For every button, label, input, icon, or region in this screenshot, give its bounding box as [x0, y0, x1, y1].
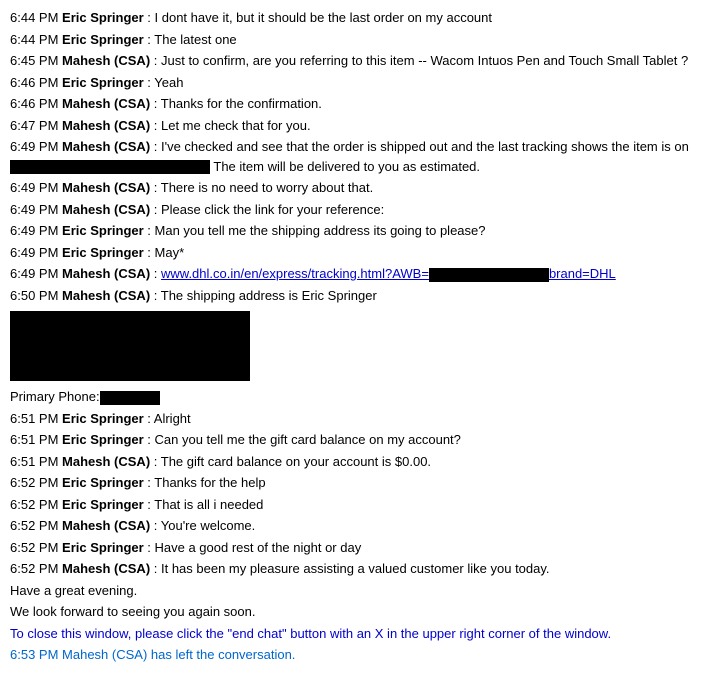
speaker: Eric Springer — [62, 432, 144, 447]
speaker: Mahesh (CSA) — [62, 180, 150, 195]
timestamp: 6:49 PM — [10, 180, 62, 195]
message: : Thanks for the confirmation. — [150, 96, 322, 111]
message: : Please click the link for your referen… — [150, 202, 384, 217]
speaker: Mahesh (CSA) — [62, 202, 150, 217]
timestamp: 6:52 PM — [10, 518, 62, 533]
speaker: Eric Springer — [62, 10, 144, 25]
message: : I dont have it, but it should be the l… — [144, 10, 492, 25]
speaker: Mahesh (CSA) — [62, 454, 150, 469]
timestamp: 6:50 PM — [10, 288, 62, 303]
timestamp: 6:49 PM — [10, 202, 62, 217]
timestamp: 6:49 PM — [10, 223, 62, 238]
chat-line: 6:51 PM Eric Springer : Can you tell me … — [10, 430, 691, 450]
chat-line: 6:49 PM Mahesh (CSA) : www.dhl.co.in/en/… — [10, 264, 691, 284]
timestamp: 6:52 PM — [10, 475, 62, 490]
chat-line: 6:49 PM Eric Springer : Man you tell me … — [10, 221, 691, 241]
speaker: Eric Springer — [62, 475, 144, 490]
message: : Thanks for the help — [144, 475, 266, 490]
message: : It has been my pleasure assisting a va… — [150, 561, 549, 576]
speaker: Mahesh (CSA) — [62, 518, 150, 533]
message: : www.dhl.co.in/en/express/tracking.html… — [150, 266, 616, 281]
chat-line: 6:44 PM Eric Springer : The latest one — [10, 30, 691, 50]
message: : There is no need to worry about that. — [150, 180, 373, 195]
timestamp: 6:52 PM — [10, 561, 62, 576]
timestamp: 6:49 PM — [10, 266, 62, 281]
chat-line: 6:52 PM Eric Springer : Have a good rest… — [10, 538, 691, 558]
timestamp: 6:51 PM — [10, 411, 62, 426]
speaker: Eric Springer — [62, 540, 144, 555]
chat-line: 6:47 PM Mahesh (CSA) : Let me check that… — [10, 116, 691, 136]
message: : You're welcome. — [150, 518, 255, 533]
timestamp: 6:47 PM — [10, 118, 62, 133]
chat-container: 6:44 PM Eric Springer : I dont have it, … — [10, 8, 691, 665]
redacted-phone — [100, 391, 160, 405]
phone-line: Primary Phone: — [10, 387, 691, 407]
speaker: Eric Springer — [62, 245, 144, 260]
chat-line: 6:49 PM Mahesh (CSA) : Please click the … — [10, 200, 691, 220]
chat-line: 6:52 PM Mahesh (CSA) : It has been my pl… — [10, 559, 691, 579]
chat-line: 6:51 PM Mahesh (CSA) : The gift card bal… — [10, 452, 691, 472]
redacted-address-block — [10, 311, 250, 381]
message: : The latest one — [144, 32, 237, 47]
timestamp: 6:45 PM — [10, 53, 62, 68]
timestamp: 6:51 PM — [10, 454, 62, 469]
chat-line: 6:46 PM Eric Springer : Yeah — [10, 73, 691, 93]
chat-line: 6:44 PM Eric Springer : I dont have it, … — [10, 8, 691, 28]
message: : The gift card balance on your account … — [150, 454, 431, 469]
speaker: Mahesh (CSA) — [62, 266, 150, 281]
chat-line: 6:49 PM Eric Springer : May* — [10, 243, 691, 263]
message: : Alright — [144, 411, 191, 426]
chat-line: 6:52 PM Eric Springer : That is all i ne… — [10, 495, 691, 515]
message: : Let me check that for you. — [150, 118, 310, 133]
speaker: Mahesh (CSA) — [62, 561, 150, 576]
message: : The shipping address is Eric Springer — [150, 288, 377, 303]
speaker: Mahesh (CSA) — [62, 288, 150, 303]
speaker: Eric Springer — [62, 75, 144, 90]
timestamp: 6:52 PM — [10, 540, 62, 555]
phone-label: Primary Phone: — [10, 389, 100, 404]
message: : May* — [144, 245, 184, 260]
redacted-content — [429, 268, 549, 282]
message: : Can you tell me the gift card balance … — [144, 432, 461, 447]
timestamp: 6:51 PM — [10, 432, 62, 447]
message: : Have a good rest of the night or day — [144, 540, 362, 555]
timestamp: 6:49 PM — [10, 139, 62, 154]
chat-line: 6:50 PM Mahesh (CSA) : The shipping addr… — [10, 286, 691, 306]
timestamp: 6:44 PM — [10, 32, 62, 47]
speaker: Mahesh (CSA) — [62, 118, 150, 133]
timestamp: 6:46 PM — [10, 96, 62, 111]
timestamp: 6:44 PM — [10, 10, 62, 25]
speaker: Eric Springer — [62, 223, 144, 238]
message: : That is all i needed — [144, 497, 264, 512]
chat-line: 6:49 PM Mahesh (CSA) : I've checked and … — [10, 137, 691, 176]
item-text: The item will be delivered to you as est… — [213, 159, 480, 174]
chat-line: 6:51 PM Eric Springer : Alright — [10, 409, 691, 429]
redacted-content — [10, 160, 210, 174]
speaker: Mahesh (CSA) — [62, 53, 150, 68]
speaker: Mahesh (CSA) — [62, 139, 150, 154]
tracking-link[interactable]: www.dhl.co.in/en/express/tracking.html?A… — [161, 266, 616, 281]
chat-line: 6:49 PM Mahesh (CSA) : There is no need … — [10, 178, 691, 198]
message: : Just to confirm, are you referring to … — [150, 53, 688, 68]
speaker: Mahesh (CSA) — [62, 96, 150, 111]
speaker: Eric Springer — [62, 32, 144, 47]
message: : Yeah — [144, 75, 184, 90]
speaker: Eric Springer — [62, 411, 144, 426]
closing-line1: Have a great evening. — [10, 581, 691, 601]
chat-line: 6:46 PM Mahesh (CSA) : Thanks for the co… — [10, 94, 691, 114]
message: : Man you tell me the shipping address i… — [144, 223, 486, 238]
timestamp: 6:49 PM — [10, 245, 62, 260]
timestamp: 6:52 PM — [10, 497, 62, 512]
closing-line2: We look forward to seeing you again soon… — [10, 602, 691, 622]
chat-line: 6:52 PM Eric Springer : Thanks for the h… — [10, 473, 691, 493]
speaker: Eric Springer — [62, 497, 144, 512]
timestamp: 6:46 PM — [10, 75, 62, 90]
chat-line: 6:52 PM Mahesh (CSA) : You're welcome. — [10, 516, 691, 536]
closing-line3: To close this window, please click the "… — [10, 624, 691, 644]
chat-line: 6:45 PM Mahesh (CSA) : Just to confirm, … — [10, 51, 691, 71]
closing-line4: 6:53 PM Mahesh (CSA) has left the conver… — [10, 645, 691, 665]
